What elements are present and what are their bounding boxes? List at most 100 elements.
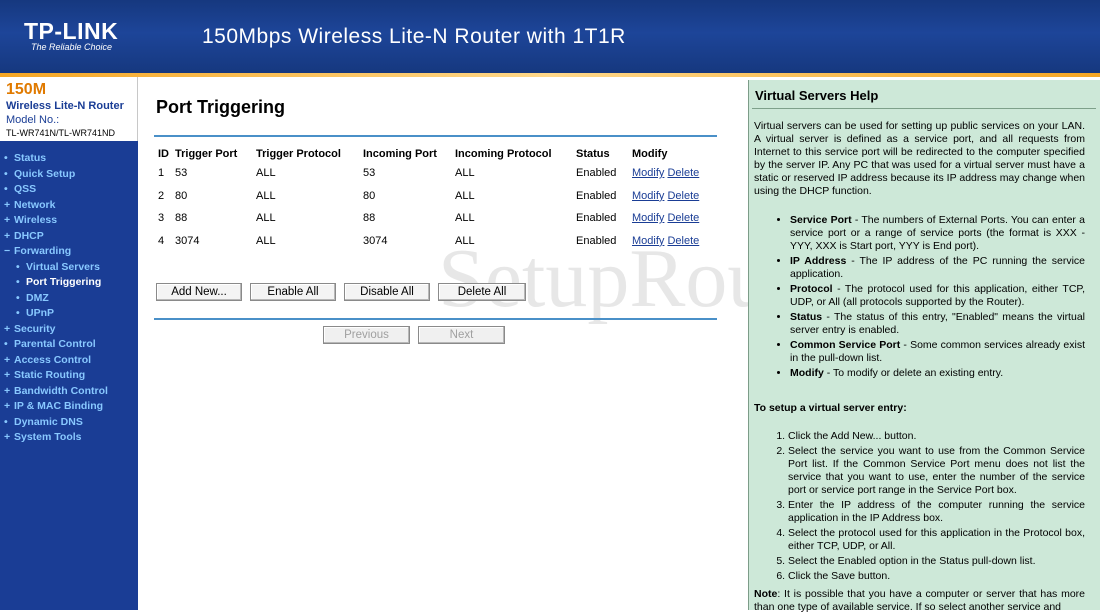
sidebar-item-port-triggering[interactable]: • Port Triggering — [4, 275, 138, 291]
sidebar-item-system-tools[interactable]: + System Tools — [4, 430, 138, 446]
modify-link[interactable]: Modify — [632, 190, 664, 202]
nav-bullet: • — [4, 183, 8, 195]
sidebar-item-quick-setup[interactable]: • Quick Setup — [4, 167, 138, 183]
help-step: Select the service you want to use from … — [788, 445, 1085, 497]
next-button[interactable]: Next — [418, 326, 505, 344]
help-step: Select the protocol used for this applic… — [788, 527, 1085, 553]
delete-link[interactable]: Delete — [667, 235, 699, 247]
sidebar-item-forwarding[interactable]: − Forwarding — [4, 244, 138, 260]
table-header-row: ID Trigger Port Trigger Protocol Incomin… — [156, 146, 716, 162]
help-bullet: Protocol - The protocol used for this ap… — [790, 283, 1085, 309]
row-incoming-port: 88 — [363, 212, 376, 225]
col-modify: Modify — [632, 148, 668, 160]
sidebar-item-virtual-servers[interactable]: • Virtual Servers — [4, 260, 138, 276]
model-id: TL-WR741N/TL-WR741ND — [6, 128, 116, 138]
row-incoming-port: 3074 — [363, 234, 388, 247]
delete-all-button[interactable]: Delete All — [438, 283, 526, 301]
sidebar-item-label: Access Control — [14, 353, 92, 366]
help-term: Status — [790, 311, 823, 323]
row-actions: Modify Delete — [630, 207, 716, 230]
nav-bullet: • — [4, 415, 8, 428]
row-id: 2 — [158, 189, 165, 202]
row-id: 3 — [158, 212, 165, 225]
sidebar-item-static-routing[interactable]: + Static Routing — [4, 368, 138, 384]
help-note: Note: It is possible that you have a com… — [754, 588, 1085, 614]
row-incoming-protocol: ALL — [455, 167, 475, 180]
col-trigger-protocol: Trigger Protocol — [256, 148, 341, 160]
help-bullet: Modify - To modify or delete an existing… — [790, 367, 1085, 380]
modify-link[interactable]: Modify — [632, 212, 664, 224]
delete-link[interactable]: Delete — [667, 167, 699, 179]
help-bullet: Service Port - The numbers of External P… — [790, 214, 1085, 253]
row-incoming-protocol: ALL — [455, 212, 475, 225]
add-new-button[interactable]: Add New... — [156, 283, 242, 301]
nav-bullet: + — [4, 322, 11, 335]
sidebar-item-bandwidth-control[interactable]: + Bandwidth Control — [4, 384, 138, 400]
disable-all-button[interactable]: Disable All — [344, 283, 430, 301]
help-divider — [752, 108, 1096, 109]
help-intro: Virtual servers can be used for setting … — [754, 120, 1085, 197]
row-id: 4 — [158, 234, 165, 247]
nav-bullet: • — [16, 291, 20, 304]
row-trigger-protocol: ALL — [256, 234, 276, 247]
nav-bullet: • — [4, 152, 8, 164]
enable-all-button[interactable]: Enable All — [250, 283, 336, 301]
help-term: Protocol — [790, 283, 833, 295]
row-trigger-port: 80 — [175, 189, 188, 202]
help-bullets: Service Port - The numbers of External P… — [754, 214, 1085, 382]
sidebar-item-dynamic-dns[interactable]: • Dynamic DNS — [4, 415, 138, 431]
sidebar-item-label: UPnP — [26, 307, 55, 319]
sidebar-item-label: Quick Setup — [14, 167, 76, 180]
sidebar-item-dmz[interactable]: • DMZ — [4, 291, 138, 307]
page-title: Port Triggering — [156, 97, 286, 117]
delete-link[interactable]: Delete — [667, 212, 699, 224]
sidebar-item-ip-mac-binding[interactable]: + IP & MAC Binding — [4, 399, 138, 415]
help-desc: - The status of this entry, "Enabled" me… — [790, 311, 1085, 336]
row-actions: Modify Delete — [630, 230, 716, 253]
row-status: Enabled — [576, 167, 617, 180]
col-id: ID — [158, 148, 169, 160]
help-bullet: Status - The status of this entry, "Enab… — [790, 311, 1085, 337]
modify-link[interactable]: Modify — [632, 235, 664, 247]
sidebar-item-network[interactable]: + Network — [4, 198, 138, 214]
help-step: Click the Save button. — [788, 570, 1085, 583]
help-term: Service Port — [790, 214, 852, 226]
sidebar-item-label: IP & MAC Binding — [14, 400, 104, 412]
nav-bullet: • — [4, 338, 8, 350]
nav-bullet: + — [4, 384, 11, 397]
sidebar-item-label: Bandwidth Control — [14, 384, 108, 397]
row-status: Enabled — [576, 189, 617, 202]
sidebar-item-label: Virtual Servers — [26, 260, 100, 273]
model-line: Wireless Lite-N Router — [6, 100, 124, 112]
sidebar-item-wireless[interactable]: + Wireless — [4, 213, 138, 229]
sidebar-item-label: QSS — [14, 183, 37, 195]
modify-link[interactable]: Modify — [632, 167, 664, 179]
help-title: Virtual Servers Help — [755, 88, 879, 103]
col-trigger-port: Trigger Port — [175, 148, 238, 160]
help-term: Common Service Port — [790, 339, 901, 351]
sidebar-item-parental-control[interactable]: • Parental Control — [4, 337, 138, 353]
sidebar-item-dhcp[interactable]: + DHCP — [4, 229, 138, 245]
sidebar-item-security[interactable]: + Security — [4, 322, 138, 338]
delete-link[interactable]: Delete — [667, 190, 699, 202]
sidebar-item-status[interactable]: • Status — [4, 151, 138, 167]
sidebar-item-label: Port Triggering — [26, 276, 102, 288]
sidebar-item-qss[interactable]: • QSS — [4, 182, 138, 198]
sidebar-item-access-control[interactable]: + Access Control — [4, 353, 138, 369]
row-trigger-protocol: ALL — [256, 167, 276, 180]
row-actions: Modify Delete — [630, 162, 716, 185]
sidebar-item-upnp[interactable]: • UPnP — [4, 306, 138, 322]
previous-button[interactable]: Previous — [323, 326, 410, 344]
table-row: 1 53 ALL 53 ALL Enabled Modify Delete — [156, 162, 716, 185]
help-step: Select the Enabled option in the Status … — [788, 555, 1085, 568]
table-row: 3 88 ALL 88 ALL Enabled Modify Delete — [156, 207, 716, 230]
product-title: 150Mbps Wireless Lite-N Router with 1T1R — [202, 25, 626, 48]
row-actions: Modify Delete — [630, 185, 716, 208]
nav-bullet: + — [4, 353, 11, 366]
divider-top — [154, 135, 717, 137]
help-bullet: Common Service Port - Some common servic… — [790, 339, 1085, 365]
row-incoming-protocol: ALL — [455, 234, 475, 247]
logo-tagline: The Reliable Choice — [31, 42, 113, 52]
help-term: IP Address — [790, 255, 847, 267]
sidebar-item-label: Dynamic DNS — [14, 415, 83, 428]
